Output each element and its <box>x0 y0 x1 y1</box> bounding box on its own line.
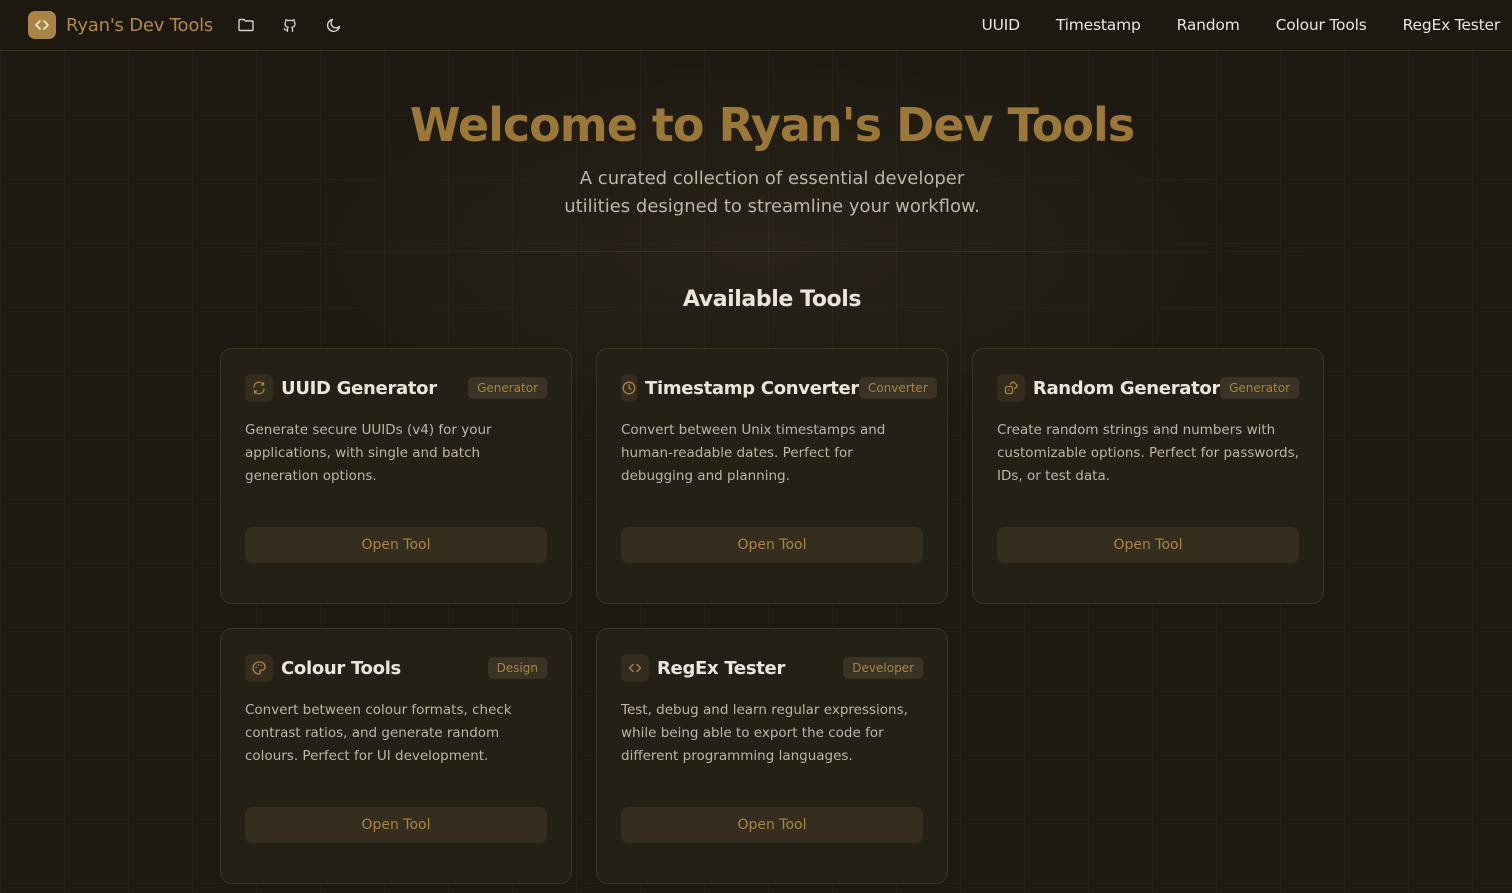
tool-card-description: Convert between colour formats, check co… <box>245 702 512 764</box>
clock-icon <box>621 374 637 402</box>
open-tool-button[interactable]: Open Tool <box>997 527 1299 563</box>
tool-card-uuid-generator: UUID Generator Generator Generate secure… <box>220 348 572 604</box>
category-badge: Design <box>487 657 547 679</box>
tool-card-title: Random Generator <box>1032 377 1221 399</box>
brand-name: Ryan's Dev Tools <box>66 14 214 36</box>
hero-subtitle: A curated collection of essential develo… <box>0 165 1512 221</box>
brand[interactable]: Ryan's Dev Tools <box>28 11 213 39</box>
refresh-icon <box>245 374 273 402</box>
nav-link-uuid[interactable]: UUID <box>981 16 1020 34</box>
tool-card-description: Create random strings and numbers with c… <box>997 422 1299 484</box>
dice-icon <box>997 374 1025 402</box>
tool-card-description: Generate secure UUIDs (v4) for your appl… <box>245 422 492 484</box>
open-tool-button[interactable]: Open Tool <box>245 527 547 563</box>
tool-card-colour-tools: Colour Tools Design Convert between colo… <box>220 628 572 884</box>
category-badge: Generator <box>1220 377 1299 399</box>
code-icon <box>621 654 649 682</box>
nav-link-random[interactable]: Random <box>1177 16 1240 34</box>
tool-card-title: UUID Generator <box>281 377 437 399</box>
open-tool-button[interactable]: Open Tool <box>621 527 923 563</box>
github-icon[interactable] <box>279 14 301 36</box>
palette-icon <box>245 654 273 682</box>
nav-link-colour-tools[interactable]: Colour Tools <box>1276 16 1367 34</box>
tool-card-timestamp-converter: Timestamp Converter Converter Convert be… <box>596 348 948 604</box>
tool-card-description: Convert between Unix timestamps and huma… <box>621 422 886 484</box>
tool-card-title: Colour Tools <box>281 657 401 679</box>
tool-card-title: Timestamp Converter <box>645 377 859 399</box>
top-navbar: Ryan's Dev Tools UUID Timestamp Random C… <box>0 0 1512 51</box>
category-badge: Converter <box>858 377 937 399</box>
hero-title: Welcome to Ryan's Dev Tools <box>409 98 1135 152</box>
category-badge: Developer <box>843 657 923 679</box>
category-badge: Generator <box>468 377 547 399</box>
moon-icon[interactable] <box>323 14 345 36</box>
tool-card-random-generator: Random Generator Generator Create random… <box>972 348 1324 604</box>
folder-icon[interactable] <box>235 14 257 36</box>
tool-card-regex-tester: RegEx Tester Developer Test, debug and l… <box>596 628 948 884</box>
code-brackets-logo-icon <box>28 11 56 39</box>
open-tool-button[interactable]: Open Tool <box>245 807 547 843</box>
hero-subtitle-line-2: utilities designed to streamline your wo… <box>564 196 980 217</box>
main-nav: UUID Timestamp Random Colour Tools RegEx… <box>981 16 1500 34</box>
open-tool-button[interactable]: Open Tool <box>621 807 923 843</box>
section-divider <box>220 251 1324 252</box>
tool-card-title: RegEx Tester <box>657 657 786 679</box>
hero-subtitle-line-1: A curated collection of essential develo… <box>579 168 965 189</box>
nav-link-regex-tester[interactable]: RegEx Tester <box>1403 16 1501 34</box>
tool-card-description: Test, debug and learn regular expression… <box>621 702 908 764</box>
nav-link-timestamp[interactable]: Timestamp <box>1056 16 1141 34</box>
section-title: Available Tools <box>682 287 862 312</box>
